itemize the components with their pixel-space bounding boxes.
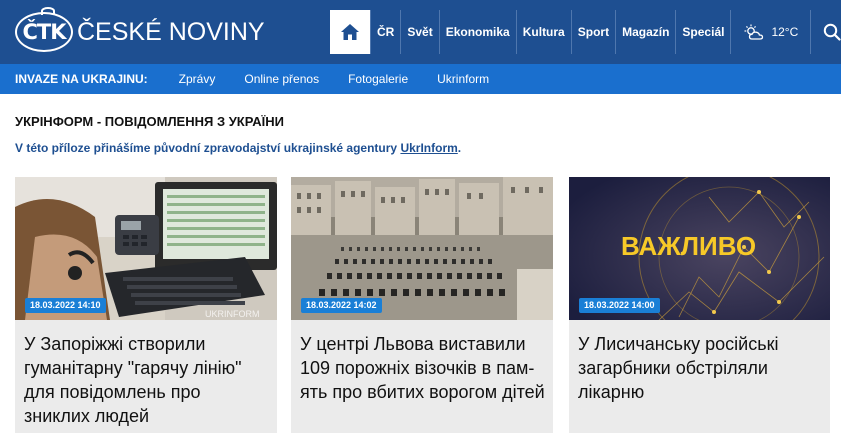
article-body[interactable]: У Лисичанську російські загарбники обстр… [569, 320, 830, 433]
article-image[interactable]: 18.03.2022 14:02 [291, 177, 553, 320]
article-card[interactable]: ВАЖЛИВО 18.03.2022 14:00 У Лисичанську р… [569, 177, 830, 433]
article-image[interactable]: UKRINFORM 18.03.2022 14:10 [15, 177, 277, 320]
ukrinform-watermark: UKRINFORM [205, 309, 260, 319]
site-logo[interactable]: ČTK ČESKÉ NOVINY [15, 7, 265, 54]
nav-item-magazin[interactable]: Magazín [615, 10, 675, 54]
partly-cloudy-icon [744, 24, 764, 40]
important-label: ВАЖЛИВО [621, 231, 756, 261]
intro-text-after: . [457, 141, 462, 155]
logo-name: ČESKÉ NOVINY [77, 17, 265, 46]
subnav-link-ukrinform[interactable]: Ukrinform [437, 72, 489, 86]
nav-item-ekonomika[interactable]: Ekonomika [438, 10, 516, 54]
ukrinform-link[interactable]: UkrInform [400, 141, 457, 155]
subnav-link-zpravy[interactable]: Zprávy [179, 72, 216, 86]
subnav-link-online[interactable]: Online přenos [244, 72, 319, 86]
nav-item-svet[interactable]: Svět [400, 10, 438, 54]
home-button[interactable] [330, 10, 370, 54]
article-image[interactable]: ВАЖЛИВО 18.03.2022 14:00 [569, 177, 830, 320]
article-card[interactable]: UKRINFORM 18.03.2022 14:10 У Запоріжжі с… [15, 177, 277, 433]
article-card[interactable]: 18.03.2022 14:02 У центрі Львова вистави… [291, 177, 553, 433]
subnav-link-fotogalerie[interactable]: Fotogalerie [348, 72, 408, 86]
weather-widget[interactable]: 12°C [730, 10, 810, 54]
article-body[interactable]: У центрі Львова виставили 109 порожніх в… [291, 320, 553, 433]
search-icon [823, 23, 841, 41]
article-title[interactable]: У центрі Львова виставили 109 порожніх в… [300, 332, 546, 404]
article-body[interactable]: У Запоріжжі створили гуманітарну "гарячу… [15, 320, 277, 433]
nav-item-kultura[interactable]: Kultura [515, 10, 571, 54]
weather-temperature: 12°C [771, 25, 799, 39]
search-button[interactable] [810, 10, 841, 54]
sub-nav: INVAZE NA UKRAJINU: Zprávy Online přenos… [0, 64, 841, 94]
subnav-label: INVAZE NA UKRAJINU: [15, 72, 148, 86]
home-icon [341, 24, 359, 40]
article-date-badge: 18.03.2022 14:10 [25, 298, 106, 313]
site-header: ČTK ČESKÉ NOVINY ČR Svět Ekonomika Kultu… [0, 0, 841, 64]
article-title[interactable]: У Запоріжжі створили гуманітарну "гарячу… [24, 332, 270, 428]
main-nav: ČR Svět Ekonomika Kultura Sport Magazín … [330, 10, 841, 54]
nav-item-sport[interactable]: Sport [570, 10, 615, 54]
article-title[interactable]: У Лисичанську російські загарбники обстр… [578, 332, 824, 404]
intro-text: V této příloze přinášíme původní zpravod… [15, 141, 461, 155]
nav-item-cr[interactable]: ČR [370, 10, 400, 54]
article-date-badge: 18.03.2022 14:00 [579, 298, 660, 313]
ctk-logo-mark: ČTK [15, 7, 73, 52]
nav-item-special[interactable]: Speciál [675, 10, 730, 54]
page-title: УКРІНФОРМ - ПОВІДОМЛЕННЯ З УКРАЇНИ [15, 114, 284, 129]
intro-text-before: V této příloze přinášíme původní zpravod… [15, 141, 401, 155]
article-date-badge: 18.03.2022 14:02 [301, 298, 382, 313]
